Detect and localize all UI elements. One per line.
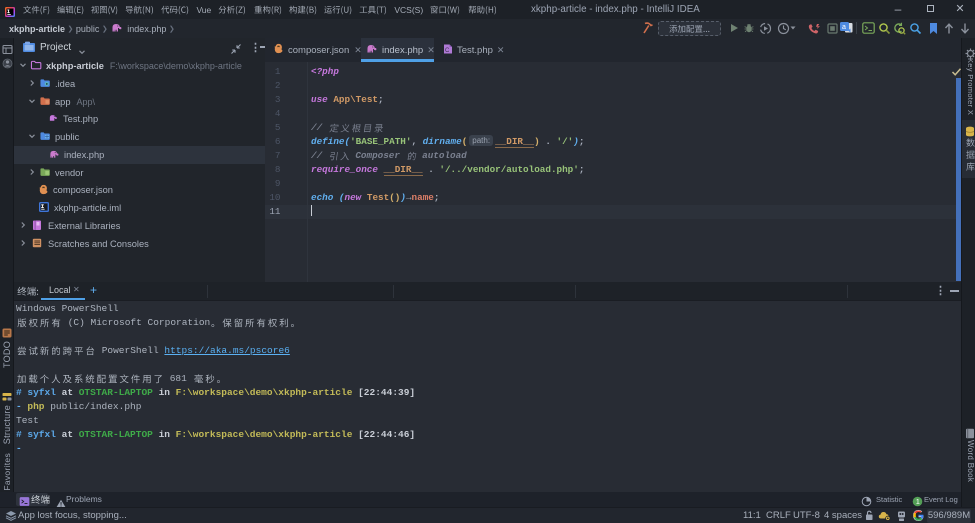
svg-text:1: 1 bbox=[916, 497, 920, 506]
svg-text:C: C bbox=[445, 48, 450, 54]
svg-text:a: a bbox=[842, 24, 846, 31]
